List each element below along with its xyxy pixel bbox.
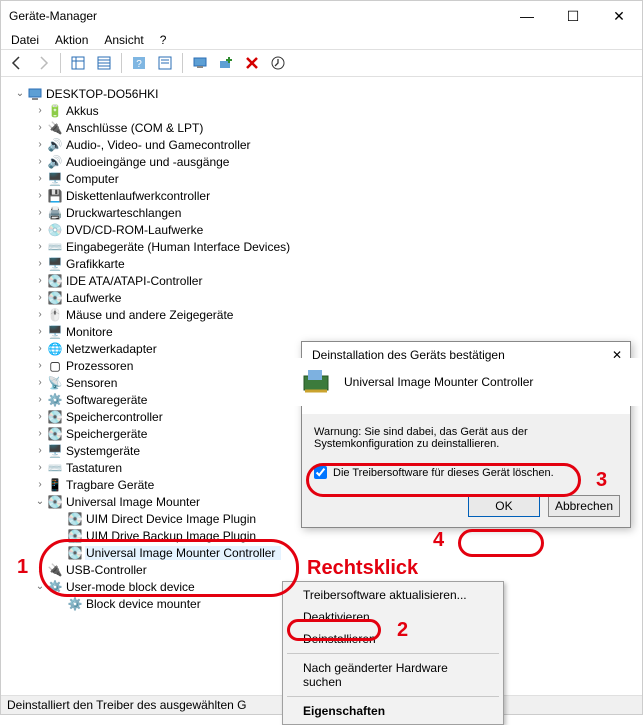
tree-root-label: DESKTOP-DO56HKI	[45, 87, 158, 101]
ctx-properties[interactable]: Eigenschaften	[285, 700, 501, 722]
tree-item[interactable]: Diskettenlaufwerkcontroller	[65, 189, 210, 203]
props-button[interactable]	[153, 52, 177, 74]
minimize-button[interactable]: —	[504, 1, 550, 31]
ok-button[interactable]: OK	[468, 495, 540, 517]
delete-driver-label: Die Treibersoftware für dieses Gerät lös…	[333, 467, 554, 479]
tree-child[interactable]: UIM Drive Backup Image Plugin	[85, 529, 256, 543]
separator	[121, 53, 122, 73]
tree-item[interactable]: Prozessoren	[65, 359, 133, 373]
tree-item[interactable]: USB-Controller	[65, 563, 147, 577]
tree-child-label: Universal Image Mounter Controller	[85, 546, 281, 560]
cancel-button[interactable]: Abbrechen	[548, 495, 620, 517]
ctx-deactivate[interactable]: Deaktivieren	[285, 606, 501, 628]
tree-item[interactable]: Netzwerkadapter	[65, 342, 157, 356]
tree-root[interactable]: ⌄ DESKTOP-DO56HKI	[5, 85, 642, 102]
tree-item[interactable]: Systemgeräte	[65, 444, 140, 458]
tree-item[interactable]: IDE ATA/ATAPI-Controller	[65, 274, 202, 288]
tree-child[interactable]: UIM Direct Device Image Plugin	[85, 512, 256, 526]
tree-item[interactable]: Sensoren	[65, 376, 117, 390]
dialog-device-name: Universal Image Mounter Controller	[344, 375, 533, 389]
tree-item[interactable]: DVD/CD-ROM-Laufwerke	[65, 223, 203, 237]
tree-item[interactable]: Tastaturen	[65, 461, 122, 475]
help-button[interactable]: ?	[127, 52, 151, 74]
ctx-uninstall[interactable]: Deinstallieren	[285, 628, 501, 650]
add-legacy-button[interactable]	[214, 52, 238, 74]
delete-driver-checkbox[interactable]	[314, 466, 327, 479]
tree-item[interactable]: Anschlüsse (COM & LPT)	[65, 121, 203, 135]
window-title: Geräte-Manager	[9, 9, 504, 23]
device-icon	[302, 368, 334, 396]
confirm-uninstall-dialog: Deinstallation des Geräts bestätigen ✕ U…	[301, 341, 631, 528]
ctx-separator	[287, 653, 499, 654]
ctx-separator	[287, 696, 499, 697]
maximize-button[interactable]: ☐	[550, 1, 596, 31]
svg-text:?: ?	[136, 59, 142, 70]
tree-item[interactable]: Monitore	[65, 325, 113, 339]
device-icon: 💽	[47, 494, 63, 510]
back-button[interactable]	[5, 52, 29, 74]
close-button[interactable]: ✕	[596, 1, 642, 31]
delete-driver-checkbox-row[interactable]: Die Treibersoftware für dieses Gerät lös…	[314, 466, 618, 479]
tree-child[interactable]: Block device mounter	[85, 597, 201, 611]
tree-item[interactable]: Eingabegeräte (Human Interface Devices)	[65, 240, 290, 254]
tree-item[interactable]: Mäuse und andere Zeigegeräte	[65, 308, 233, 322]
tree-item[interactable]: Akkus	[65, 104, 99, 118]
expand-icon[interactable]: ⌄	[13, 88, 27, 99]
ctx-scan-hardware[interactable]: Nach geänderter Hardware suchen	[285, 657, 501, 693]
view-list-button[interactable]	[92, 52, 116, 74]
dialog-title: Deinstallation des Geräts bestätigen	[312, 348, 612, 362]
menu-view[interactable]: Ansicht	[98, 33, 149, 47]
status-text: Deinstalliert den Treiber des ausgewählt…	[7, 698, 246, 712]
view-grid-button[interactable]	[66, 52, 90, 74]
toolbar: ?	[1, 50, 642, 77]
tree-item[interactable]: Laufwerke	[65, 291, 121, 305]
menu-bar: Datei Aktion Ansicht ?	[1, 31, 642, 50]
tree-item[interactable]: Speichercontroller	[65, 410, 163, 424]
tree-item-label: Universal Image Mounter	[65, 495, 200, 509]
computer-icon	[27, 86, 43, 102]
menu-action[interactable]: Aktion	[49, 33, 94, 47]
menu-file[interactable]: Datei	[5, 33, 45, 47]
separator	[60, 53, 61, 73]
scan-button[interactable]	[188, 52, 212, 74]
uninstall-button[interactable]	[240, 52, 264, 74]
dialog-close-button[interactable]: ✕	[612, 348, 622, 362]
tree-item[interactable]: Grafikkarte	[65, 257, 125, 271]
tree-item-label: User-mode block device	[65, 580, 195, 594]
collapse-icon[interactable]: ⌄	[33, 496, 47, 507]
title-bar: Geräte-Manager — ☐ ✕	[1, 1, 642, 31]
update-driver-button[interactable]	[266, 52, 290, 74]
tree-item[interactable]: Druckwarteschlangen	[65, 206, 181, 220]
separator	[182, 53, 183, 73]
tree-child-selected[interactable]: 💽 Universal Image Mounter Controller	[5, 544, 642, 561]
tree-item[interactable]: Audioeingänge und -ausgänge	[65, 155, 229, 169]
tree-item[interactable]: Audio-, Video- und Gamecontroller	[65, 138, 251, 152]
ctx-update-driver[interactable]: Treibersoftware aktualisieren...	[285, 584, 501, 606]
tree-item[interactable]: Softwaregeräte	[65, 393, 147, 407]
forward-button[interactable]	[31, 52, 55, 74]
tree-item[interactable]: Computer	[65, 172, 119, 186]
tree-item[interactable]: Tragbare Geräte	[65, 478, 154, 492]
context-menu: Treibersoftware aktualisieren... Deaktiv…	[282, 581, 504, 725]
tree-item[interactable]: Speichergeräte	[65, 427, 147, 441]
dialog-warning: Warnung: Sie sind dabei, das Gerät aus d…	[314, 426, 618, 450]
menu-help[interactable]: ?	[154, 33, 173, 47]
